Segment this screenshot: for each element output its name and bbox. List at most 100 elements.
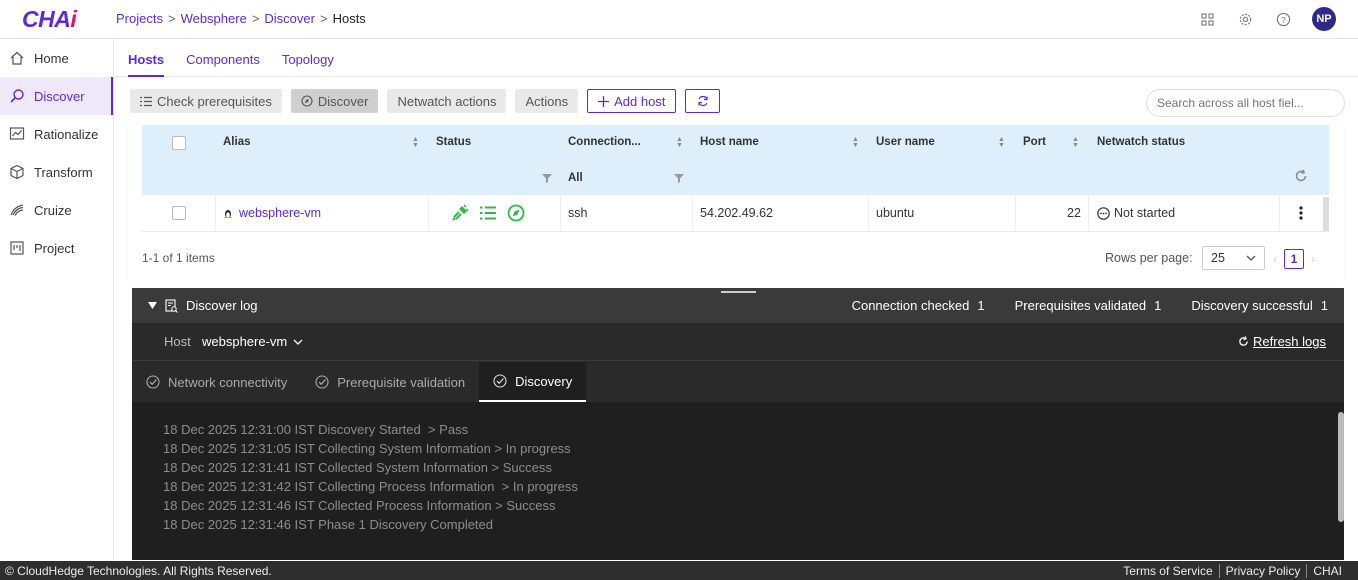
discover-log-panel: Discover log Connection checked 1 Prerequ… (132, 288, 1344, 560)
log-file-icon (165, 298, 178, 313)
page-footer: © CloudHedge Technologies. All Rights Re… (0, 561, 1358, 580)
row-checkbox[interactable] (172, 206, 186, 220)
select-all-checkbox[interactable] (172, 136, 186, 150)
sidebar-item-discover[interactable]: Discover (0, 77, 113, 115)
host-select[interactable]: websphere-vm (202, 334, 303, 349)
chai-logo[interactable]: CHAi (22, 6, 77, 33)
plug-connected-icon[interactable] (451, 204, 469, 222)
connection-type: ssh (568, 206, 588, 220)
stat-label: Discovery successful (1191, 298, 1313, 313)
host-alias-link[interactable]: websphere-vm (239, 206, 321, 220)
logo-accent: i (70, 6, 77, 32)
help-icon[interactable]: ? (1274, 10, 1292, 28)
sort-icon[interactable]: ▲ ▼ (998, 136, 1005, 149)
table-scrollbar[interactable] (1323, 197, 1329, 231)
column-header-alias[interactable]: Alias (223, 136, 251, 148)
host-selector-row: Host websphere-vm Refresh logs (132, 323, 1344, 361)
check-prerequisites-button[interactable]: Check prerequisites (130, 89, 282, 113)
filter-icon[interactable] (542, 173, 552, 183)
sort-icon[interactable]: ▲ ▼ (412, 136, 419, 149)
host-select-value: websphere-vm (202, 334, 288, 349)
check-circle-icon (146, 375, 160, 389)
netwatch-actions-button[interactable]: Netwatch actions (387, 89, 507, 113)
table-header: Alias ▲ ▼ Status Connection... ▲ ▼ Host na… (142, 125, 1329, 195)
stat-label: Prerequisites validated (1014, 298, 1147, 313)
stat-count: 1 (1320, 298, 1328, 313)
sidebar-item-transform[interactable]: Transform (0, 153, 113, 191)
tab-components[interactable]: Components (186, 39, 260, 77)
reload-table-icon[interactable] (1294, 169, 1308, 183)
column-header-connection[interactable]: Connection... (568, 136, 641, 148)
home-icon (8, 50, 25, 67)
checklist-icon[interactable] (479, 204, 497, 222)
port: 22 (1067, 206, 1081, 220)
add-host-button[interactable]: Add host (587, 89, 677, 113)
next-page-icon[interactable]: › (1311, 252, 1315, 266)
collapse-caret-icon[interactable] (148, 302, 157, 309)
log-line: 18 Dec 2025 12:31:46 IST Phase 1 Discove… (163, 517, 494, 532)
breadcrumb-discover[interactable]: Discover (264, 11, 315, 26)
refresh-button[interactable] (685, 89, 721, 113)
status-icons (451, 204, 525, 222)
avatar[interactable]: NP (1312, 7, 1336, 31)
breadcrumb-projects[interactable]: Projects (116, 11, 163, 26)
tab-prerequisite-validation[interactable]: Prerequisite validation (301, 362, 479, 402)
sidebar-item-cruize[interactable]: Cruize (0, 191, 113, 229)
log-title[interactable]: Discover log (148, 298, 258, 313)
stat-label: Connection checked (851, 298, 970, 313)
tab-label: Network connectivity (168, 374, 288, 390)
compass-success-icon[interactable] (507, 204, 525, 222)
sidebar-item-home[interactable]: Home (0, 39, 113, 77)
column-header-host-name[interactable]: Host name (700, 136, 759, 148)
sort-icon[interactable]: ▲ ▼ (852, 136, 859, 149)
rows-per-page-select[interactable]: 25 (1202, 246, 1265, 270)
button-label: Actions (525, 93, 569, 109)
chai-link[interactable]: CHAI (1306, 564, 1348, 578)
hosts-table: Alias ▲ ▼ Status Connection... ▲ ▼ Host na… (128, 125, 1344, 282)
breadcrumb-websphere[interactable]: Websphere (181, 11, 247, 26)
grid-apps-icon[interactable] (1198, 10, 1216, 28)
footer-links: Terms of Service Privacy Policy CHAI (1117, 564, 1348, 578)
sidebar-item-rationalize[interactable]: Rationalize (0, 115, 113, 153)
sidebar-item-project[interactable]: Project (0, 229, 113, 267)
stat-count: 1 (1154, 298, 1162, 313)
page-number[interactable]: 1 (1284, 249, 1304, 269)
tab-topology[interactable]: Topology (282, 39, 334, 77)
column-header-netwatch-status[interactable]: Netwatch status (1097, 136, 1185, 148)
filter-icon[interactable] (674, 173, 684, 183)
actions-button[interactable]: Actions (515, 89, 579, 113)
refresh-logs-label: Refresh logs (1253, 334, 1326, 349)
tab-hosts[interactable]: Hosts (128, 39, 165, 77)
gear-icon[interactable] (1236, 10, 1254, 28)
column-header-port[interactable]: Port (1023, 136, 1046, 148)
sort-icon[interactable]: ▲ ▼ (676, 136, 683, 149)
privacy-policy-link[interactable]: Privacy Policy (1218, 564, 1307, 578)
log-line: 18 Dec 2025 12:31:05 IST Collecting Syst… (163, 441, 571, 456)
transform-icon (8, 164, 25, 181)
column-divider (1088, 195, 1089, 232)
prev-page-icon[interactable]: ‹ (1273, 252, 1277, 266)
sidebar-item-label: Project (34, 240, 75, 256)
terms-of-service-link[interactable]: Terms of Service (1117, 564, 1218, 578)
column-header-user-name[interactable]: User name (876, 136, 935, 148)
tab-network-connectivity[interactable]: Network connectivity (132, 362, 301, 402)
main-tabs: Hosts Components Topology (115, 39, 1358, 77)
log-scrollbar[interactable] (1338, 412, 1344, 522)
more-options-icon[interactable] (1299, 206, 1303, 220)
sidebar: Home Discover Rationalize Transform Crui… (0, 39, 114, 561)
connection-filter-value[interactable]: All (568, 172, 583, 184)
sidebar-item-label: Discover (34, 88, 85, 104)
rows-per-page-value: 25 (1211, 251, 1225, 265)
netwatch-status: Not started (1114, 206, 1176, 220)
sort-icon[interactable]: ▲ ▼ (1072, 136, 1079, 149)
sidebar-item-label: Rationalize (34, 126, 99, 142)
discover-button[interactable]: Discover (290, 89, 379, 113)
log-header: Discover log Connection checked 1 Prerequ… (132, 288, 1344, 323)
resize-handle[interactable] (721, 291, 756, 293)
table-row[interactable]: websphere-vm ssh 54.202.49.62 ubuntu 22 … (142, 195, 1329, 232)
column-header-status[interactable]: Status (436, 136, 471, 148)
tab-discovery[interactable]: Discovery (479, 362, 587, 402)
refresh-logs-link[interactable]: Refresh logs (1238, 334, 1326, 349)
search-input[interactable] (1146, 89, 1345, 117)
not-started-icon (1097, 207, 1110, 220)
